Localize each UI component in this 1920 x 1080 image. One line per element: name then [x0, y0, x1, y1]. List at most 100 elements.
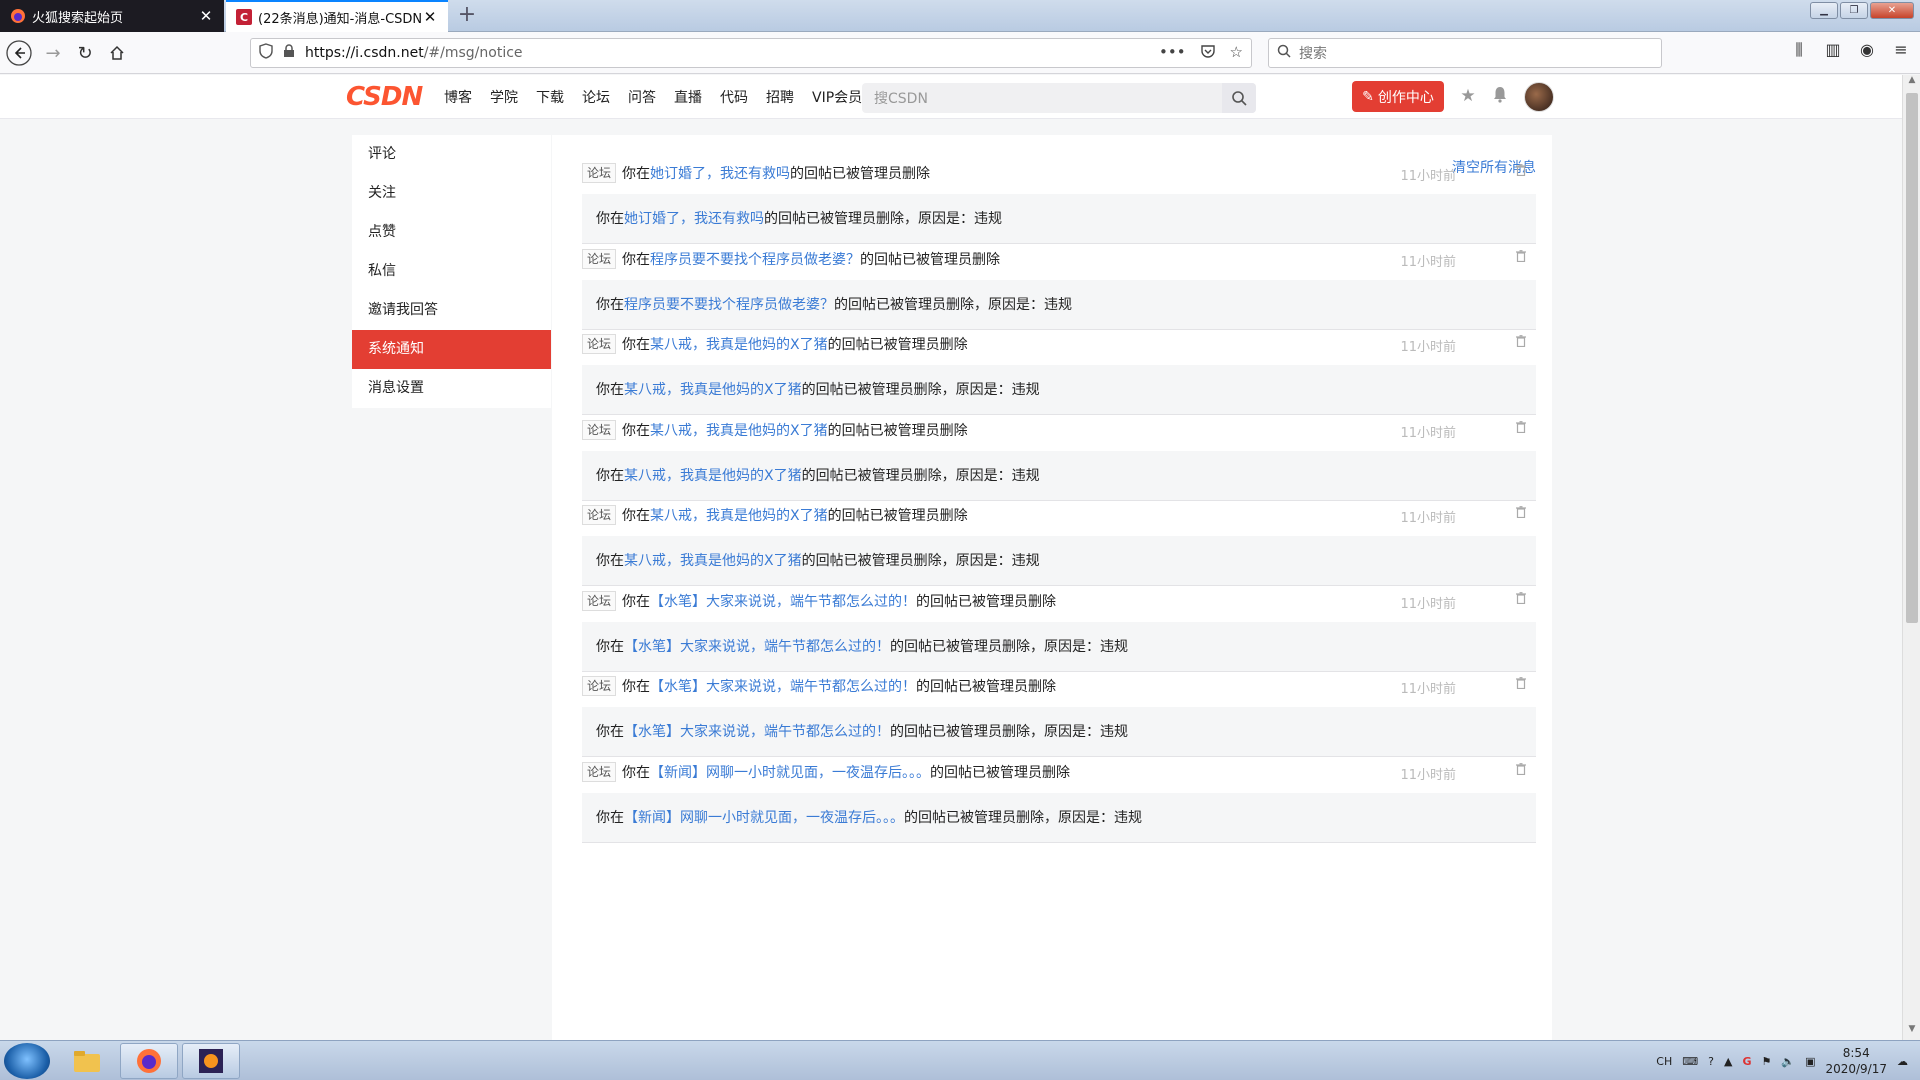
- delete-trash-icon[interactable]: [1516, 591, 1526, 604]
- nav-item-qa[interactable]: 问答: [626, 87, 658, 107]
- nav-item-vip[interactable]: VIP会员: [810, 87, 864, 107]
- bookmark-star-icon[interactable]: ☆: [1230, 43, 1243, 63]
- topic-link[interactable]: 某八戒，我真是他妈的X了猪: [650, 334, 828, 354]
- detail-topic-link[interactable]: 她订婚了，我还有救吗: [624, 211, 764, 227]
- topic-link[interactable]: 【水笔】大家来说说，端午节都怎么过的！: [650, 591, 916, 611]
- category-tag[interactable]: 论坛: [582, 334, 617, 354]
- back-button[interactable]: [6, 40, 32, 66]
- library-icon[interactable]: ⫼: [1790, 40, 1808, 60]
- taskbar-clock[interactable]: 8:54 2020/9/17: [1825, 1045, 1887, 1077]
- delete-trash-icon[interactable]: [1516, 420, 1526, 433]
- lock-icon[interactable]: [283, 44, 299, 62]
- delete-trash-icon[interactable]: [1516, 506, 1526, 519]
- help-icon[interactable]: ?: [1708, 1055, 1714, 1068]
- topic-link[interactable]: 某八戒，我真是他妈的X了猪: [650, 505, 828, 525]
- scrollbar-thumb[interactable]: [1906, 93, 1918, 623]
- detail-topic-link[interactable]: 【水笔】大家来说说，端午节都怎么过的！: [624, 724, 890, 740]
- start-button[interactable]: [4, 1043, 50, 1079]
- keyboard-icon[interactable]: ⌨: [1682, 1055, 1698, 1068]
- file-explorer-icon[interactable]: [58, 1043, 116, 1079]
- notice-item: 论坛 你在 【水笔】大家来说说，端午节都怎么过的！ 的回帖已被管理员删除 11小时前 你在…: [582, 671, 1536, 757]
- detail-topic-link[interactable]: 程序员要不要找个程序员做老婆？: [624, 297, 834, 313]
- delete-trash-icon[interactable]: [1516, 335, 1526, 348]
- sidebar-toggle-icon[interactable]: ▥: [1824, 40, 1842, 60]
- forward-button[interactable]: →: [40, 40, 66, 66]
- nav-item-live[interactable]: 直播: [672, 87, 704, 107]
- category-tag[interactable]: 论坛: [582, 505, 617, 525]
- nav-item-blog[interactable]: 博客: [442, 87, 474, 107]
- scroll-up-arrow-icon[interactable]: ▲: [1903, 75, 1920, 91]
- page-scrollbar[interactable]: ▲ ▼: [1902, 75, 1920, 1040]
- pocket-icon[interactable]: [1200, 43, 1216, 63]
- delete-trash-icon[interactable]: [1516, 677, 1526, 690]
- sidebar-item-comments[interactable]: 评论: [352, 135, 551, 174]
- topic-link[interactable]: 程序员要不要找个程序员做老婆？: [650, 249, 860, 269]
- tab-title: (22条消息)通知-消息-CSDN: [258, 11, 422, 27]
- avatar[interactable]: [1524, 82, 1554, 112]
- topic-link[interactable]: 某八戒，我真是他妈的X了猪: [650, 420, 828, 440]
- tab-firefox-start[interactable]: 火狐搜索起始页 ✕: [0, 0, 224, 32]
- category-tag[interactable]: 论坛: [582, 676, 617, 696]
- detail-topic-link[interactable]: 某八戒，我真是他妈的X了猪: [624, 382, 802, 398]
- sidebar-item-follows[interactable]: 关注: [352, 174, 551, 213]
- close-tab-icon[interactable]: ✕: [422, 8, 438, 26]
- notification-bell-icon[interactable]: [1490, 86, 1510, 106]
- firefox-taskbar-icon[interactable]: [120, 1043, 178, 1079]
- category-tag[interactable]: 论坛: [582, 419, 617, 440]
- delete-trash-icon[interactable]: [1516, 249, 1526, 262]
- category-tag[interactable]: 论坛: [582, 248, 617, 269]
- window-close-button[interactable]: ✕: [1870, 2, 1914, 19]
- tab-csdn-notice[interactable]: C (22条消息)通知-消息-CSDN ✕: [226, 0, 448, 32]
- detail-topic-link[interactable]: 【水笔】大家来说说，端午节都怎么过的！: [624, 639, 890, 655]
- reload-button[interactable]: ↻: [72, 40, 98, 66]
- category-tag[interactable]: 论坛: [582, 761, 617, 782]
- category-tag[interactable]: 论坛: [582, 163, 617, 183]
- topic-link[interactable]: 【新闻】网聊一小时就见面，一夜温存后。。。: [650, 762, 930, 782]
- nav-item-jobs[interactable]: 招聘: [764, 87, 796, 107]
- page-actions-icon[interactable]: •••: [1159, 43, 1186, 63]
- restore-button[interactable]: ❐: [1840, 2, 1868, 19]
- topic-link[interactable]: 她订婚了，我还有救吗: [650, 163, 790, 183]
- site-search-input[interactable]: 搜CSDN: [862, 83, 1256, 113]
- sidebar-item-system-notice[interactable]: 系统通知: [352, 330, 551, 369]
- url-bar[interactable]: https://i.csdn.net/#/msg/notice ••• ☆: [250, 38, 1252, 68]
- detail-topic-link[interactable]: 某八戒，我真是他妈的X了猪: [624, 553, 802, 569]
- volume-icon[interactable]: 🔈: [1781, 1055, 1795, 1068]
- sidebar-item-likes[interactable]: 点赞: [352, 213, 551, 252]
- cloud-sync-icon[interactable]: ☁: [1897, 1055, 1908, 1068]
- topic-link[interactable]: 【水笔】大家来说说，端午节都怎么过的！: [650, 676, 916, 696]
- account-icon[interactable]: ◉: [1858, 40, 1876, 60]
- detail-topic-link[interactable]: 某八戒，我真是他妈的X了猪: [624, 468, 802, 484]
- browser-search-bar[interactable]: 搜索: [1268, 38, 1662, 68]
- sidebar-item-invited-answers[interactable]: 邀请我回答: [352, 291, 551, 330]
- create-center-button[interactable]: ✎ 创作中心: [1352, 81, 1444, 112]
- site-search-button[interactable]: [1222, 83, 1256, 113]
- nav-item-academy[interactable]: 学院: [488, 87, 520, 107]
- home-button[interactable]: [104, 40, 130, 66]
- menu-icon[interactable]: ≡: [1892, 40, 1910, 60]
- nav-item-download[interactable]: 下载: [534, 87, 566, 107]
- minimize-button[interactable]: ▁: [1810, 2, 1838, 19]
- network-icon[interactable]: ▣: [1805, 1055, 1815, 1068]
- action-center-flag-icon[interactable]: ⚑: [1761, 1055, 1771, 1068]
- antivirus-icon[interactable]: G: [1742, 1055, 1751, 1068]
- show-hidden-icons-icon[interactable]: ▲: [1724, 1055, 1732, 1068]
- sidebar-item-message-settings[interactable]: 消息设置: [352, 369, 551, 408]
- input-language-indicator[interactable]: CH: [1656, 1055, 1672, 1068]
- detail-topic-link[interactable]: 【新闻】网聊一小时就见面，一夜温存后。。。: [624, 810, 904, 826]
- notice-detail: 你在某八戒，我真是他妈的X了猪的回帖已被管理员删除，原因是：违规: [582, 450, 1536, 501]
- delete-trash-icon[interactable]: [1516, 164, 1526, 177]
- java-ee-ide-icon[interactable]: [182, 1043, 240, 1079]
- detail-suffix: 的回帖已被管理员删除，原因是：违规: [890, 638, 1128, 655]
- new-tab-button[interactable]: +: [456, 4, 478, 26]
- csdn-logo[interactable]: CSDN: [346, 82, 423, 112]
- category-tag[interactable]: 论坛: [582, 590, 617, 611]
- tracking-shield-icon[interactable]: [259, 43, 277, 63]
- delete-trash-icon[interactable]: [1516, 762, 1526, 775]
- sidebar-item-private-messages[interactable]: 私信: [352, 252, 551, 291]
- favorites-star-icon[interactable]: ★: [1458, 86, 1478, 106]
- close-tab-icon[interactable]: ✕: [198, 7, 214, 25]
- nav-item-code[interactable]: 代码: [718, 87, 750, 107]
- nav-item-forum[interactable]: 论坛: [580, 87, 612, 107]
- scroll-down-arrow-icon[interactable]: ▼: [1903, 1024, 1920, 1040]
